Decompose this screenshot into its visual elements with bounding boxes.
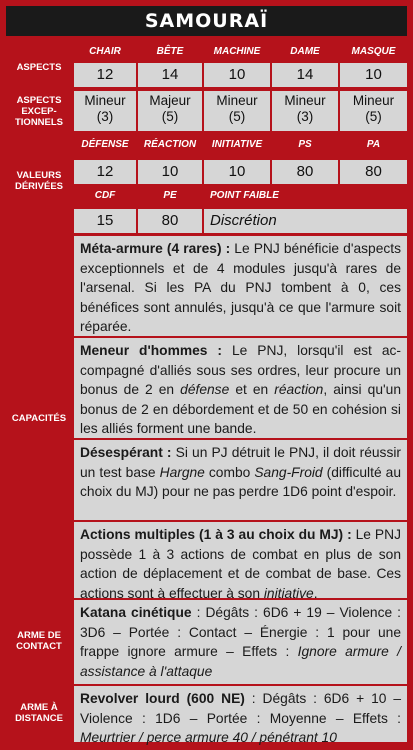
derived-header-ps: PS — [298, 139, 312, 150]
aspect-value-masque: 10 — [340, 63, 407, 87]
aspect-header-machine: MACHINE — [213, 46, 261, 57]
aspect-header-dame: DAME — [290, 46, 320, 57]
label-line: VALEURS — [16, 170, 62, 181]
exceptional-value: (5) — [161, 109, 179, 124]
label-aspects-exceptionnels: ASPECTS EXCEP- TIONNELS — [6, 91, 72, 131]
exceptional-aspect-dame: Mineur (3) — [272, 91, 338, 131]
aspect-value-chair: 12 — [74, 63, 136, 87]
capacity-name: Actions multiples (1 à 3 au choix du MJ)… — [80, 527, 352, 542]
exceptional-aspect-bete: Majeur (5) — [138, 91, 202, 131]
aspect-value-dame: 14 — [272, 63, 338, 87]
label-line: ARME À — [20, 702, 58, 713]
derived-header-reaction: RÉACTION — [143, 139, 197, 150]
derived-value-defense: 12 — [74, 160, 136, 184]
capacity-name: Meneur d'hommes : — [80, 343, 223, 358]
derived-header-defense: DÉFENSE — [81, 139, 129, 150]
weapon-name: Revolver lourd (600 NE) — [80, 691, 245, 706]
card-title: SAMOURAÏ — [6, 6, 407, 36]
capacity-name: Désespérant : — [80, 445, 172, 460]
aspect-header-chair: CHAIR — [89, 46, 121, 57]
aspect-header-masque: MASQUE — [351, 46, 396, 57]
capacity-desesperant: Désespérant : Si un PJ détruit le PNJ, i… — [74, 440, 407, 520]
capacity-actions-multiples: Actions multiples (1 à 3 au choix du MJ)… — [74, 522, 407, 601]
label-aspects: ASPECTS — [16, 61, 62, 73]
label-arme-de-contact: ARME DE CONTACT — [6, 628, 72, 654]
capacity-text-italic: réaction — [274, 382, 324, 398]
label-line: TIONNELS — [14, 116, 64, 128]
capacity-text-italic: Hargne — [159, 464, 205, 480]
label-line: CONTACT — [16, 641, 62, 652]
aspect-value-bete: 14 — [138, 63, 202, 87]
label-line: DISTANCE — [15, 713, 63, 724]
label-line: ASPECTS — [16, 94, 62, 106]
capacity-name: Méta-armure (4 rares) : — [80, 241, 231, 256]
capacity-text-italic: Sang-Froid — [254, 464, 323, 480]
derived-value-ps: 80 — [272, 160, 338, 184]
capacity-text-italic: initiative — [263, 585, 314, 601]
exceptional-level: Mineur — [284, 93, 326, 108]
exceptional-level: Mineur — [84, 93, 126, 108]
exceptional-aspect-masque: Mineur (5) — [340, 91, 407, 131]
exceptional-aspect-chair: Mineur (3) — [74, 91, 136, 131]
derived-value-point-faible: Discrétion — [204, 209, 407, 233]
aspect-header-bete: BÊTE — [156, 46, 184, 57]
label-line: DÉRIVÉES — [14, 181, 64, 192]
capacity-text: . — [313, 585, 318, 601]
exceptional-level: Majeur — [149, 93, 191, 108]
derived-header-cdf: CDF — [94, 190, 116, 201]
exceptional-level: Mineur — [352, 93, 395, 108]
weapon-revolver-lourd: Revolver lourd (600 NE) : Dégâts : 6D6 +… — [74, 686, 407, 746]
weapon-text-italic: Meurtrier / perce armure 40 / pénétrant … — [80, 730, 337, 746]
label-line: EXCEP- — [21, 105, 57, 117]
derived-header-pe: PE — [163, 190, 177, 201]
capacity-meta-armure: Méta-armure (4 rares) : Le PNJ bénéficie… — [74, 236, 407, 336]
derived-value-reaction: 10 — [138, 160, 202, 184]
label-capacites: CAPACITÉS — [11, 412, 67, 424]
derived-value-cdf: 15 — [74, 209, 136, 233]
exceptional-level: Mineur — [216, 93, 258, 108]
derived-header-pa: PA — [366, 139, 381, 150]
exceptional-value: (5) — [228, 109, 246, 124]
exceptional-value: (3) — [296, 109, 314, 124]
exceptional-value: (5) — [365, 109, 382, 124]
label-valeurs-derivees: VALEURS DÉRIVÉES — [6, 168, 72, 194]
npc-stat-card: SAMOURAÏ CHAIR BÊTE MACHINE DAME MASQUE … — [0, 0, 413, 750]
capacity-text: combo — [204, 464, 255, 480]
derived-value-pe: 80 — [138, 209, 202, 233]
derived-header-point-faible: POINT FAIBLE — [210, 190, 279, 201]
weapon-name: Katana cinétique — [80, 605, 192, 620]
label-arme-a-distance: ARME À DISTANCE — [6, 700, 72, 726]
label-line: ARME DE — [17, 630, 61, 641]
aspect-value-machine: 10 — [204, 63, 270, 87]
derived-header-initiative: INITIATIVE — [211, 139, 263, 150]
capacity-meneur-dhommes: Meneur d'hommes : Le PNJ, lorsqu'il est … — [74, 338, 407, 438]
capacity-text: et en — [229, 382, 275, 398]
capacity-text-italic: défense — [180, 382, 230, 398]
exceptional-value: (3) — [96, 109, 114, 124]
exceptional-aspect-machine: Mineur (5) — [204, 91, 270, 131]
derived-value-pa: 80 — [340, 160, 407, 184]
derived-value-initiative: 10 — [204, 160, 270, 184]
weapon-katana-cinetique: Katana cinétique : Dégâts : 6D6 + 19 – V… — [74, 600, 407, 684]
